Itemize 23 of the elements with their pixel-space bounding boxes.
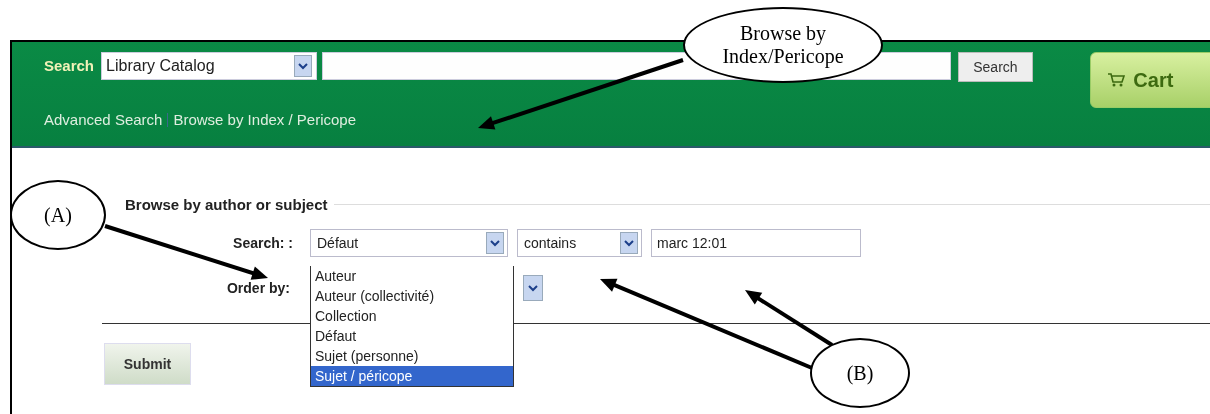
dropdown-option[interactable]: Auteur (collectivité) — [311, 286, 513, 306]
cart-button[interactable]: Cart — [1090, 52, 1210, 108]
nav-link[interactable]: Advanced Search — [44, 111, 163, 128]
search-label: Search — [44, 56, 95, 76]
callout-text: Browse by Index/Pericope — [721, 22, 845, 68]
search-field-label: Search: : — [232, 235, 293, 251]
dropdown-option[interactable]: Auteur — [311, 266, 513, 286]
search-term-input[interactable]: marc 12:01 — [651, 229, 861, 257]
submit-button[interactable]: Submit — [104, 343, 191, 385]
dropdown-option[interactable]: Collection — [311, 306, 513, 326]
search-button[interactable]: Search — [957, 52, 1034, 82]
callout-text: (A) — [44, 203, 72, 227]
field-select[interactable]: Défaut — [310, 229, 508, 257]
callout-text: (B) — [846, 361, 874, 385]
section-title: Browse by author or subject — [125, 196, 328, 213]
dropdown-option[interactable]: Sujet (personne) — [311, 346, 513, 366]
nav-link[interactable]: Browse by Index / Pericope — [173, 111, 356, 128]
cart-icon — [1107, 72, 1126, 88]
dropdown-option[interactable]: Défaut — [311, 326, 513, 346]
scope-select[interactable]: Library Catalog — [101, 52, 318, 80]
order-by-label: Order by: — [226, 280, 290, 296]
dropdown-option[interactable]: Sujet / péricope — [311, 366, 513, 386]
operator-select[interactable]: contains — [517, 229, 642, 257]
